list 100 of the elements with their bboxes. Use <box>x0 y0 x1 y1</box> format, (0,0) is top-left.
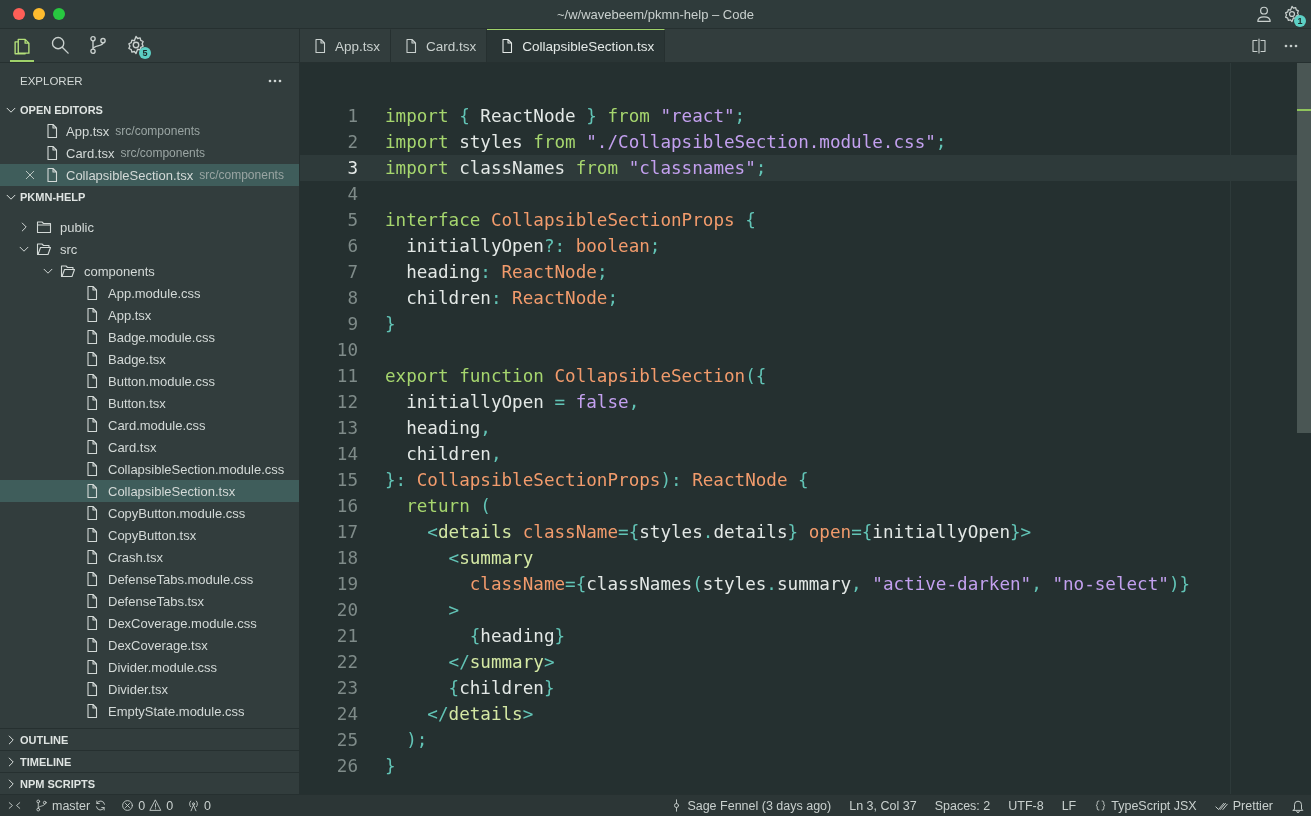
line-number: 1 <box>346 106 358 126</box>
code-line: </summary> <box>447 652 555 672</box>
bell-icon[interactable] <box>1291 798 1305 813</box>
code-line: import classNames from "classnames"; <box>385 158 767 178</box>
file-name[interactable]: DefenseTabs.tsx <box>108 593 205 609</box>
code-line: heading: ReactNode; <box>405 262 608 282</box>
file-name[interactable]: DexCoverage.tsx <box>108 637 208 653</box>
editor-tab[interactable]: CollapsibleSection.tsx <box>487 29 666 62</box>
file-name[interactable]: CollapsibleSection.module.css <box>108 461 285 477</box>
file-name[interactable]: Button.module.css <box>108 373 215 389</box>
file-icon <box>84 461 100 477</box>
code-line: <summary <box>447 548 534 568</box>
file-name[interactable]: Button.tsx <box>108 395 166 411</box>
file-name[interactable]: CopyButton.module.css <box>108 505 246 521</box>
status-item[interactable]: LF <box>1061 798 1077 813</box>
line-number: 21 <box>335 626 358 646</box>
warning-count[interactable]: 0 <box>166 798 174 813</box>
count-badge: 5 <box>139 46 151 59</box>
section-header[interactable]: OPEN EDITORS <box>20 103 103 116</box>
folder-icon <box>36 219 52 235</box>
code-line: children, <box>405 444 502 464</box>
editor-tab[interactable]: App.tsx <box>300 29 392 62</box>
line-number: 3 <box>346 158 358 178</box>
status-item[interactable]: Prettier <box>1232 798 1273 813</box>
section-header[interactable]: TIMELINE <box>20 755 72 768</box>
file-icon <box>84 483 100 499</box>
line-number: 7 <box>346 262 358 282</box>
line-number: 26 <box>335 756 358 776</box>
file-name[interactable]: DefenseTabs.module.css <box>108 571 254 587</box>
zoom-window-button[interactable] <box>53 8 65 20</box>
error-count[interactable]: 0 <box>138 798 146 813</box>
file-name[interactable]: Badge.tsx <box>108 351 166 367</box>
close-icon[interactable] <box>24 169 36 181</box>
open-editor-name[interactable]: CollapsibleSection.tsx <box>66 167 194 183</box>
branch-icon <box>35 799 48 812</box>
close-window-button[interactable] <box>13 8 25 20</box>
file-name[interactable]: Card.module.css <box>108 417 206 433</box>
code-line: export function CollapsibleSection({ <box>385 366 767 386</box>
file-name[interactable]: App.module.css <box>108 285 201 301</box>
file-icon <box>84 681 100 697</box>
file-icon <box>84 549 100 565</box>
search-icon[interactable] <box>50 34 70 55</box>
status-item[interactable]: Sage Fennel (3 days ago) <box>687 798 832 813</box>
line-number: 9 <box>346 314 358 334</box>
section-header[interactable]: NPM SCRIPTS <box>20 777 96 790</box>
file-name[interactable]: Divider.tsx <box>108 681 168 697</box>
line-number: 18 <box>335 548 358 568</box>
section-header[interactable]: PKMN-HELP <box>20 190 86 203</box>
folder-name[interactable]: components <box>84 263 155 279</box>
scrollbar[interactable] <box>1297 63 1311 433</box>
file-icon <box>84 395 100 411</box>
file-icon <box>84 659 100 675</box>
notification-badge: 1 <box>1294 15 1306 27</box>
code-line: } <box>385 314 396 334</box>
code-line: } <box>385 756 396 776</box>
status-item[interactable]: UTF-8 <box>1008 798 1044 813</box>
file-icon <box>84 417 100 433</box>
minimize-window-button[interactable] <box>33 8 45 20</box>
file-name[interactable]: Badge.module.css <box>108 329 215 345</box>
branch-name[interactable]: master <box>52 798 91 813</box>
status-item[interactable]: Spaces: 2 <box>934 798 991 813</box>
file-name[interactable]: CopyButton.tsx <box>108 527 197 543</box>
open-editor-name[interactable]: Card.tsx <box>66 145 115 161</box>
status-item[interactable]: Ln 3, Col 37 <box>849 798 917 813</box>
file-path: src/components <box>199 168 284 182</box>
status-item[interactable]: TypeScript JSX <box>1111 798 1197 813</box>
file-name[interactable]: App.tsx <box>108 307 152 323</box>
folder-name[interactable]: public <box>60 219 94 235</box>
remote-icon[interactable] <box>8 799 21 812</box>
sync-icon[interactable] <box>94 799 108 812</box>
open-editor-name[interactable]: App.tsx <box>66 123 110 139</box>
file-path: src/components <box>120 146 206 160</box>
warning-icon <box>149 799 163 812</box>
file-name[interactable]: Divider.module.css <box>108 659 218 675</box>
code-line: initiallyOpen = false, <box>405 392 640 412</box>
folder-name[interactable]: src <box>60 241 78 257</box>
code-line: {children} <box>447 678 555 698</box>
file-name[interactable]: EmptyState.module.css <box>108 703 245 719</box>
port-count[interactable]: 0 <box>204 798 212 813</box>
line-number: 8 <box>346 288 358 308</box>
line-number: 17 <box>335 522 358 542</box>
error-icon <box>121 799 135 812</box>
file-icon <box>84 593 100 609</box>
code-line: className={classNames(styles.summary, "active-darken", "no-select")} <box>468 574 1191 594</box>
branch-icon[interactable] <box>88 34 108 55</box>
line-number: 4 <box>346 184 358 204</box>
split-editor-icon[interactable] <box>1251 37 1267 54</box>
settings-icon[interactable] <box>1283 5 1301 23</box>
file-icon <box>312 38 328 54</box>
line-number: 19 <box>335 574 358 594</box>
line-number: 25 <box>335 730 358 750</box>
account-icon[interactable] <box>1255 5 1273 23</box>
line-number: 6 <box>346 236 358 256</box>
file-icon <box>44 123 60 139</box>
section-header[interactable]: OUTLINE <box>20 733 69 746</box>
file-name[interactable]: Crash.tsx <box>108 549 163 565</box>
line-number: 13 <box>335 418 358 438</box>
file-name[interactable]: Card.tsx <box>108 439 157 455</box>
line-number: 23 <box>335 678 358 698</box>
file-name[interactable]: DexCoverage.module.css <box>108 615 257 631</box>
